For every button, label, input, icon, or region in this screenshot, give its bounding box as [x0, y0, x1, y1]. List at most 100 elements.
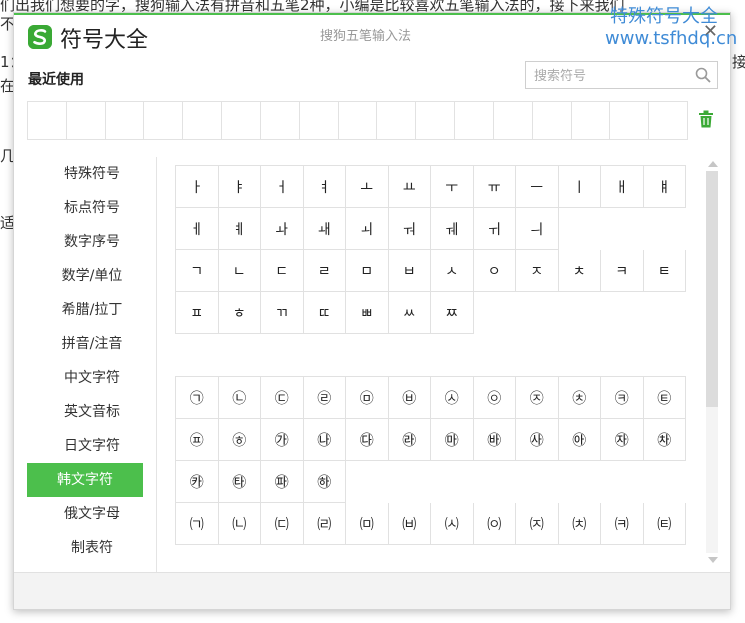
symbol-cell[interactable]: ㅢ	[516, 208, 559, 250]
sidebar-item-pinyin-zhuyin[interactable]: 拼音/注音	[27, 327, 157, 361]
symbol-cell[interactable]: ㉨	[516, 377, 559, 419]
sidebar-item-special[interactable]: 特殊符号	[27, 157, 157, 191]
symbol-cell[interactable]: ㉮	[261, 419, 304, 461]
recent-slot[interactable]	[183, 102, 223, 139]
symbol-scrollbar[interactable]	[705, 159, 719, 565]
symbol-cell[interactable]: ㉻	[303, 461, 346, 503]
symbol-cell[interactable]: ㈉	[558, 503, 601, 545]
sidebar-item-number-sequence[interactable]: 数字序号	[27, 225, 157, 259]
recent-slot[interactable]	[416, 102, 456, 139]
symbol-cell[interactable]: ㅗ	[346, 166, 389, 208]
symbol-cell[interactable]: ㈀	[176, 503, 219, 545]
symbol-cell[interactable]: ㉯	[303, 419, 346, 461]
symbol-cell[interactable]: ㅏ	[176, 166, 219, 208]
symbol-cell[interactable]: ㉸	[176, 461, 219, 503]
symbol-cell[interactable]: ㅍ	[176, 292, 219, 334]
symbol-cell[interactable]: ㉤	[346, 377, 389, 419]
recent-slot[interactable]	[67, 102, 106, 139]
symbol-cell[interactable]: ㈄	[346, 503, 389, 545]
symbol-cell[interactable]: ㈃	[303, 503, 346, 545]
recent-slot[interactable]	[649, 102, 687, 139]
symbol-cell[interactable]: ㉲	[431, 419, 474, 461]
symbol-cell[interactable]: ㅐ	[601, 166, 644, 208]
sidebar-item-japanese-chars[interactable]: 日文字符	[27, 429, 157, 463]
symbol-cell[interactable]: ㅙ	[303, 208, 346, 250]
symbol-cell[interactable]: ㅑ	[218, 166, 261, 208]
recent-slot[interactable]	[455, 102, 494, 139]
symbol-cell[interactable]: ㄱ	[176, 250, 219, 292]
symbol-cell[interactable]: ㉠	[176, 377, 219, 419]
trash-icon[interactable]	[698, 110, 714, 128]
symbol-cell[interactable]: ㅇ	[473, 250, 516, 292]
symbol-cell[interactable]: ㈁	[218, 503, 261, 545]
recent-slot[interactable]	[261, 102, 300, 139]
symbol-cell[interactable]: ㅊ	[558, 250, 601, 292]
sidebar-item-english-phonetic[interactable]: 英文音标	[27, 395, 157, 429]
symbol-cell[interactable]: ㈇	[473, 503, 516, 545]
symbol-cell[interactable]: ㅛ	[388, 166, 431, 208]
symbol-cell[interactable]: ㅘ	[261, 208, 304, 250]
sidebar-item-russian-letters[interactable]: 俄文字母	[27, 497, 157, 531]
symbol-cell[interactable]: ㈅	[388, 503, 431, 545]
symbol-cell[interactable]: ㉢	[261, 377, 304, 419]
symbol-cell[interactable]: ㄲ	[261, 292, 304, 334]
symbol-cell[interactable]: ㅃ	[346, 292, 389, 334]
symbol-cell[interactable]: ㉦	[431, 377, 474, 419]
search-icon[interactable]	[695, 67, 711, 83]
scroll-down-arrow-icon[interactable]	[708, 557, 718, 563]
symbol-cell[interactable]: ㉬	[176, 419, 219, 461]
symbol-cell[interactable]: ㉹	[218, 461, 261, 503]
symbol-cell[interactable]: ㉭	[218, 419, 261, 461]
symbol-cell[interactable]: ㈈	[516, 503, 559, 545]
symbol-cell[interactable]: ㉥	[388, 377, 431, 419]
symbol-cell[interactable]: ㅓ	[261, 166, 304, 208]
symbol-cell[interactable]: ㅡ	[516, 166, 559, 208]
symbol-cell[interactable]: ㉴	[516, 419, 559, 461]
sidebar-item-punctuation[interactable]: 标点符号	[27, 191, 157, 225]
symbol-cell[interactable]: ㅖ	[218, 208, 261, 250]
symbol-cell[interactable]: ㉪	[601, 377, 644, 419]
symbol-cell[interactable]: ㅁ	[346, 250, 389, 292]
symbol-cell[interactable]: ㉣	[303, 377, 346, 419]
symbol-cell[interactable]: ㈂	[261, 503, 304, 545]
sidebar-item-math-unit[interactable]: 数学/单位	[27, 259, 157, 293]
recent-slot[interactable]	[222, 102, 261, 139]
symbol-cell[interactable]: ㈆	[431, 503, 474, 545]
sidebar-item-greek-latin[interactable]: 希腊/拉丁	[27, 293, 157, 327]
symbol-cell[interactable]: ㄴ	[218, 250, 261, 292]
symbol-cell[interactable]: ㅝ	[388, 208, 431, 250]
symbol-cell[interactable]: ㅚ	[346, 208, 389, 250]
recent-slot[interactable]	[106, 102, 145, 139]
symbol-cell[interactable]: ㅆ	[388, 292, 431, 334]
recent-slot[interactable]	[300, 102, 339, 139]
symbol-cell[interactable]: ㄷ	[261, 250, 304, 292]
symbol-cell[interactable]: ㉧	[473, 377, 516, 419]
symbol-cell[interactable]: ㅞ	[431, 208, 474, 250]
symbol-cell[interactable]: ㉶	[601, 419, 644, 461]
recent-slot[interactable]	[339, 102, 378, 139]
recent-slot[interactable]	[28, 102, 67, 139]
recent-slot[interactable]	[572, 102, 611, 139]
recent-slot[interactable]	[533, 102, 572, 139]
symbol-cell[interactable]: ㄹ	[303, 250, 346, 292]
recent-slot[interactable]	[377, 102, 417, 139]
symbol-cell[interactable]: ㅔ	[176, 208, 219, 250]
symbol-cell[interactable]: ㉱	[388, 419, 431, 461]
search-input[interactable]	[532, 63, 696, 89]
recent-slot[interactable]	[144, 102, 184, 139]
symbol-cell[interactable]: ㉳	[473, 419, 516, 461]
recent-slot[interactable]	[610, 102, 650, 139]
symbol-cell[interactable]: ㅅ	[431, 250, 474, 292]
symbol-cell[interactable]: ㉩	[558, 377, 601, 419]
symbol-cell[interactable]: ㅕ	[303, 166, 346, 208]
scroll-up-arrow-icon[interactable]	[708, 161, 718, 167]
sidebar-item-chinese-chars[interactable]: 中文字符	[27, 361, 157, 395]
symbol-cell[interactable]: ㅒ	[643, 166, 686, 208]
symbol-cell[interactable]: ㅋ	[601, 250, 644, 292]
symbol-cell[interactable]: ㄸ	[303, 292, 346, 334]
symbol-cell[interactable]: ㅜ	[431, 166, 474, 208]
symbol-cell[interactable]: ㉵	[558, 419, 601, 461]
symbol-cell[interactable]: ㉫	[643, 377, 686, 419]
symbol-cell[interactable]: ㅠ	[473, 166, 516, 208]
symbol-cell[interactable]: ㉡	[218, 377, 261, 419]
